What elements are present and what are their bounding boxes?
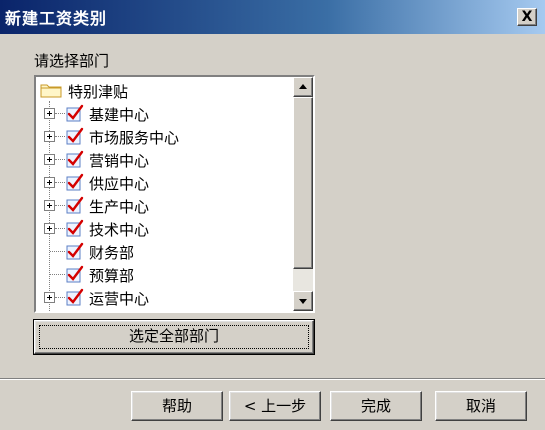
tree-item-label: 营销中心 [89, 152, 150, 170]
tree-item-label: 财务部 [89, 244, 135, 262]
focus-rectangle [39, 325, 309, 349]
tree-item[interactable]: 生产中心 [36, 194, 291, 216]
folder-icon [40, 84, 62, 98]
tree-item-label: 技术中心 [89, 221, 150, 239]
close-button[interactable]: X [517, 8, 537, 26]
tree-item[interactable]: 财务部 [36, 240, 291, 262]
expand-plus-icon[interactable] [44, 177, 55, 188]
tree-connector [55, 136, 65, 137]
window-title: 新建工资类别 [5, 9, 108, 28]
select-all-departments-button[interactable]: 选定全部部门 [33, 319, 315, 355]
checkbox-checked-icon[interactable] [66, 150, 84, 168]
finish-button[interactable]: 完成 [330, 391, 422, 421]
tree-item-label: 基建中心 [89, 106, 150, 124]
tree-connector [55, 159, 65, 160]
tree-item[interactable]: 预算部 [36, 263, 291, 285]
tree-item-label: 预算部 [89, 267, 135, 285]
expand-plus-icon[interactable] [44, 131, 55, 142]
scroll-down-button[interactable] [293, 291, 313, 311]
tree-item[interactable]: 市场服务中心 [36, 125, 291, 147]
tree-connector [55, 182, 65, 183]
checkbox-checked-icon[interactable] [66, 242, 84, 260]
tree-item[interactable]: 基建中心 [36, 102, 291, 124]
scroll-thumb[interactable] [293, 97, 313, 269]
expand-plus-icon[interactable] [44, 108, 55, 119]
checkbox-checked-icon[interactable] [66, 196, 84, 214]
tree-item[interactable]: 运营中心 [36, 286, 291, 308]
tree-connector [50, 251, 65, 252]
back-button[interactable]: < 上一步 [229, 391, 321, 421]
arrow-down-icon [299, 299, 307, 304]
tree-connector [55, 113, 65, 114]
checkbox-checked-icon[interactable] [66, 173, 84, 191]
tree-item-label: 运营中心 [89, 290, 150, 308]
tree-item-label: 市场服务中心 [89, 129, 180, 147]
vertical-scrollbar[interactable] [293, 77, 313, 311]
tree-item[interactable]: 技术中心 [36, 217, 291, 239]
tree-root-row[interactable]: 特别津贴 [36, 79, 291, 101]
tree-item[interactable]: 营销中心 [36, 148, 291, 170]
tree-item[interactable]: 供应中心 [36, 171, 291, 193]
checkbox-checked-icon[interactable] [66, 104, 84, 122]
tree-connector [55, 228, 65, 229]
title-bar: 新建工资类别 X [0, 0, 545, 34]
footer-separator [0, 378, 545, 380]
scroll-up-button[interactable] [293, 77, 313, 97]
checkbox-checked-icon[interactable] [66, 127, 84, 145]
tree-item-label: 生产中心 [89, 198, 150, 216]
cancel-button[interactable]: 取消 [435, 391, 527, 421]
checkbox-checked-icon[interactable] [66, 219, 84, 237]
tree-item-label: 供应中心 [89, 175, 150, 193]
arrow-up-icon [299, 84, 307, 89]
tree-connector [55, 297, 65, 298]
expand-plus-icon[interactable] [44, 154, 55, 165]
checkbox-checked-icon[interactable] [66, 288, 84, 306]
help-button[interactable]: 帮助 [131, 391, 223, 421]
expand-plus-icon[interactable] [44, 292, 55, 303]
tree-root-label: 特别津贴 [68, 83, 129, 101]
expand-plus-icon[interactable] [44, 223, 55, 234]
department-tree[interactable]: 特别津贴 基建中心市场服务中心 营销中心供应中心生产中心技术中心财务部预算部运营中… [34, 75, 315, 313]
select-department-label: 请选择部门 [34, 52, 110, 70]
expand-plus-icon[interactable] [44, 200, 55, 211]
checkbox-checked-icon[interactable] [66, 265, 84, 283]
tree-connector [50, 274, 65, 275]
tree-connector [55, 205, 65, 206]
